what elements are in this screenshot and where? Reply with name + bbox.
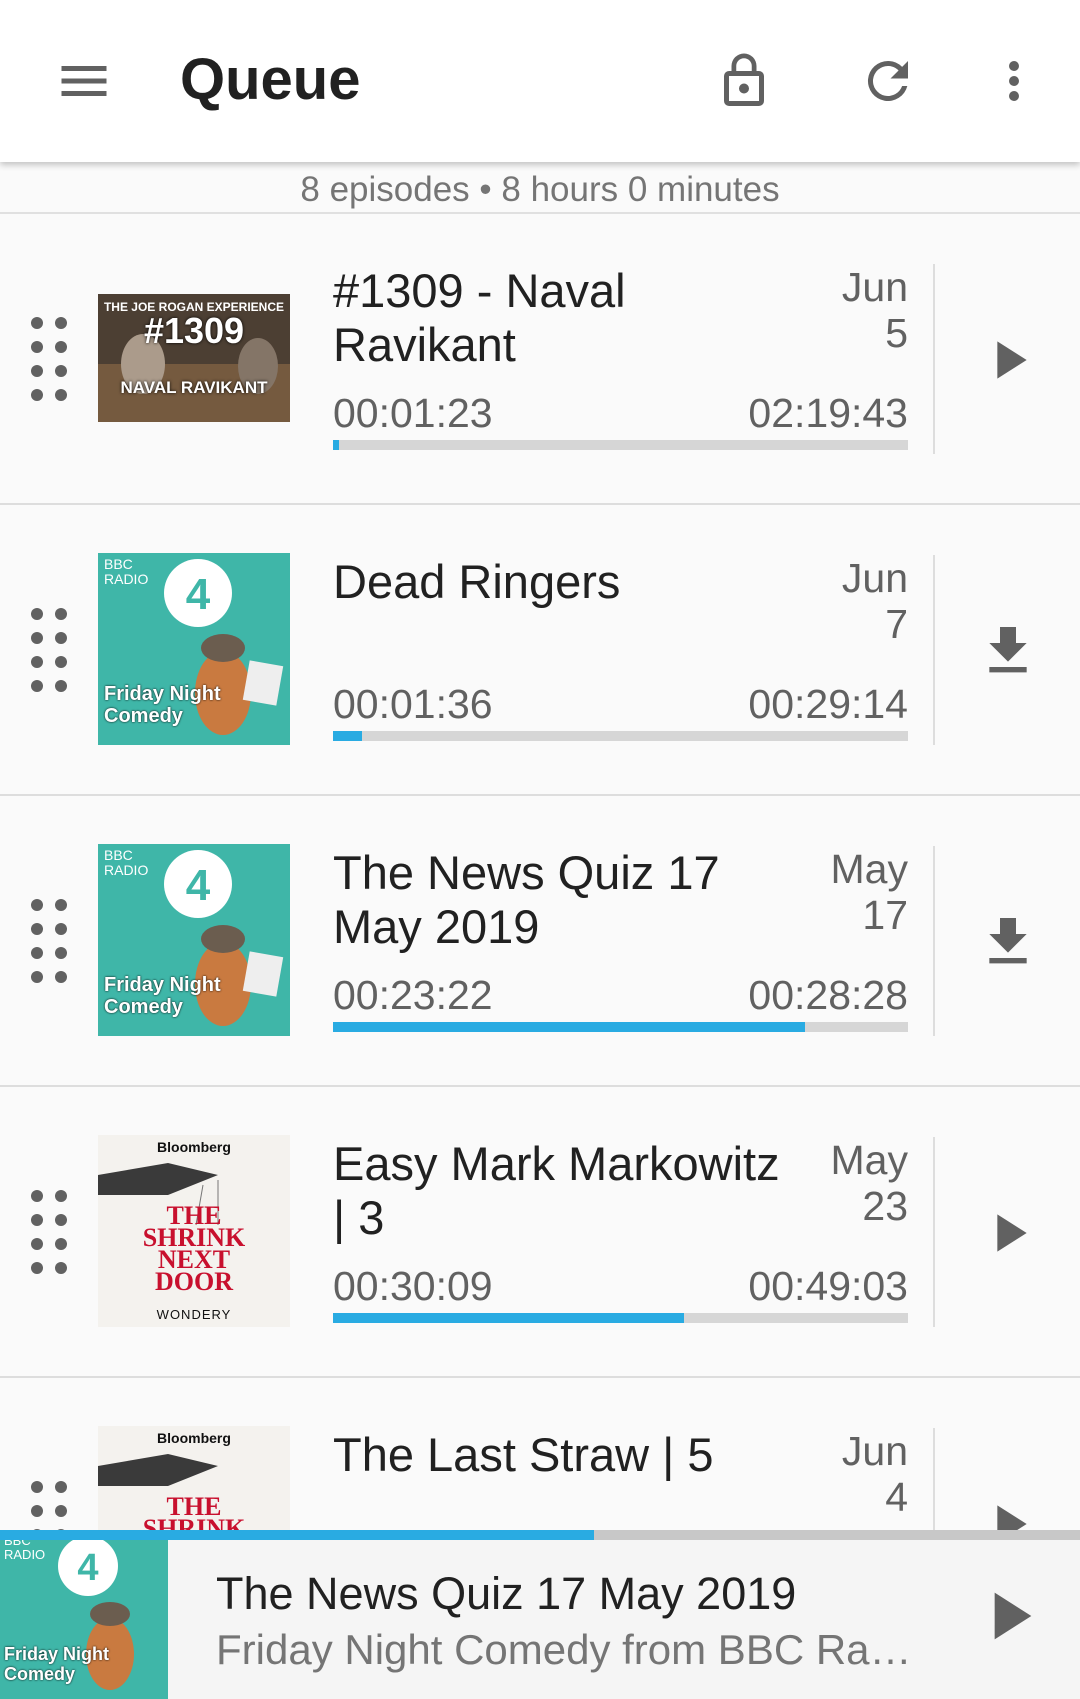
page-title: Queue [180,47,361,112]
artwork-brand: Bloomberg [157,1139,231,1155]
episode-title: #1309 - Naval Ravikant [333,264,626,371]
divider [933,1428,935,1530]
artwork-brand: Bloomberg [157,1430,231,1446]
refresh-icon[interactable] [852,45,924,117]
episode-position: 00:23:22 [333,972,493,1018]
episode-position: 00:30:09 [333,1263,493,1309]
episode-date: May 23 [830,1137,908,1229]
app-toolbar: Queue [0,0,1080,162]
queue-summary: 8 episodes • 8 hours 0 minutes [0,162,1080,214]
play-icon[interactable] [972,1488,1044,1530]
artwork-brand: BBC RADIO [104,556,149,587]
artwork-brand: BBC RADIO [104,847,149,878]
episode-progress-bar [333,1313,908,1323]
artwork-caption: THE SHRINK [142,1492,246,1531]
queue-item[interactable]: Bloomberg THE SHRINK The Last Straw | 5 J… [0,1378,1080,1530]
queue-item[interactable]: THE JOE ROGAN EXPERIENCE #1309 NAVAL RAV… [0,214,1080,505]
player-subtitle: Friday Night Comedy from BBC Radio 4 [216,1626,916,1673]
episode-duration: 00:28:28 [748,972,908,1018]
drag-handle-icon[interactable] [28,605,70,695]
episode-duration: 02:19:43 [748,390,908,436]
drag-handle-icon[interactable] [28,896,70,986]
queue-list: THE JOE ROGAN EXPERIENCE #1309 NAVAL RAV… [0,214,1080,1530]
play-icon[interactable] [968,1576,1048,1656]
episode-progress-bar [333,1022,908,1032]
episode-position: 00:01:36 [333,681,493,727]
download-icon[interactable] [972,615,1044,687]
episode-title: Easy Mark Markowitz | 3 [333,1137,780,1244]
more-vert-icon[interactable] [978,45,1050,117]
divider [933,555,935,745]
episode-progress-bar [333,440,908,450]
artwork-publisher: WONDERY [156,1307,232,1322]
divider [933,846,935,1036]
episode-artwork: 4 BBC RADIO Friday Night Comedy [98,553,290,745]
divider [933,1137,935,1327]
player-artwork[interactable]: 4 BBC RADIO Friday Night Comedy [0,1530,168,1699]
player-progress-bar[interactable] [0,1530,1080,1540]
artwork-caption: THE SHRINK NEXT DOOR [142,1201,246,1296]
drag-handle-icon[interactable] [28,1478,70,1530]
episode-title: The News Quiz 17 May 2019 [333,846,720,953]
queue-item[interactable]: 4 BBC RADIO Friday Night Comedy The News Q… [0,796,1080,1087]
divider [933,264,935,454]
menu-icon[interactable] [48,45,120,117]
queue-item[interactable]: 4 BBC RADIO Friday Night Comedy Dead Ringe… [0,505,1080,796]
artwork-number: #1309 [143,310,245,351]
episode-position: 00:01:23 [333,390,493,436]
artwork-caption: Friday Night Comedy [104,683,221,727]
episode-progress-bar [333,731,908,741]
episode-title: Dead Ringers [333,555,621,608]
artwork-caption: Friday Night Comedy [4,1644,110,1684]
play-icon[interactable] [972,1197,1044,1269]
episode-duration: 00:29:14 [748,681,908,727]
episode-artwork: 4 BBC RADIO Friday Night Comedy [98,844,290,1036]
artwork-caption: Friday Night Comedy [104,974,221,1018]
svg-text:4: 4 [186,570,211,619]
drag-handle-icon[interactable] [28,314,70,404]
svg-text:4: 4 [186,861,211,910]
episode-date: May 17 [830,846,908,938]
episode-duration: 00:49:03 [748,1263,908,1309]
svg-text:4: 4 [77,1547,98,1589]
artwork-guest: NAVAL RAVIKANT [120,378,268,397]
episode-artwork: THE JOE ROGAN EXPERIENCE #1309 NAVAL RAV… [98,294,290,422]
download-icon[interactable] [972,906,1044,978]
episode-date: Jun 4 [841,1428,908,1520]
queue-item[interactable]: Bloomberg THE SHRINK NEXT DOOR WONDERY Easy… [0,1087,1080,1378]
play-icon[interactable] [972,324,1044,396]
mini-player[interactable]: 4 BBC RADIO Friday Night Comedy The News Q… [0,1530,1080,1699]
lock-icon[interactable] [708,45,780,117]
episode-title: The Last Straw | 5 [333,1428,714,1481]
drag-handle-icon[interactable] [28,1187,70,1277]
episode-date: Jun 7 [841,555,908,647]
episode-artwork: Bloomberg THE SHRINK [98,1426,290,1530]
player-title: The News Quiz 17 May 2019 [216,1568,797,1619]
episode-artwork: Bloomberg THE SHRINK NEXT DOOR WONDERY [98,1135,290,1327]
episode-date: Jun 5 [841,264,908,356]
